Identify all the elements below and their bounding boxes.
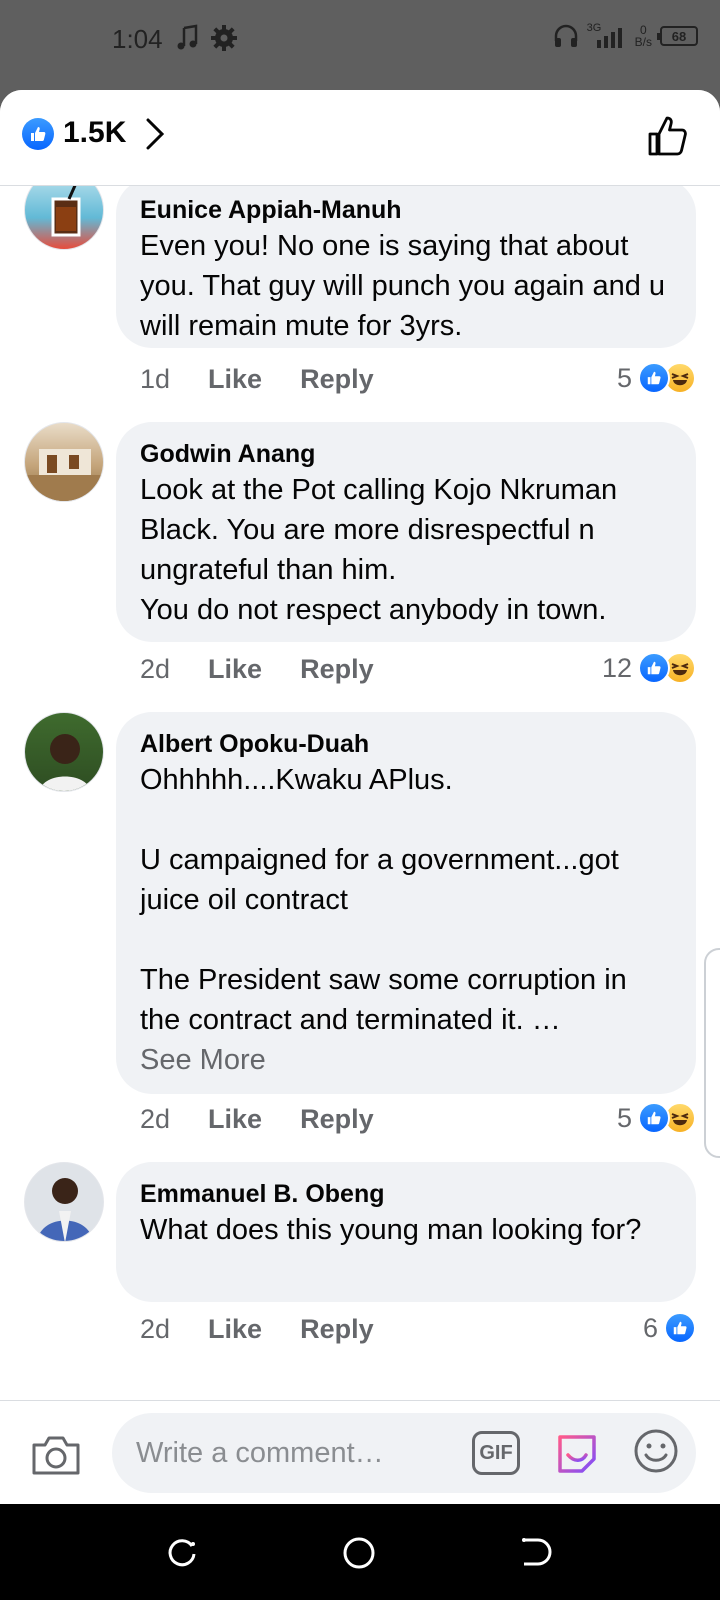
avatar[interactable]: [24, 712, 104, 792]
comment-actions: 1d Like Reply: [140, 364, 374, 395]
status-bar: 1:04 3G 0 B/s 68: [0, 0, 720, 80]
like-icon: [638, 362, 670, 394]
sticker-icon[interactable]: [552, 1427, 602, 1477]
comment-reactions[interactable]: 5: [617, 362, 696, 394]
comment-composer: GIF: [0, 1400, 720, 1504]
comment-time[interactable]: 2d: [140, 1314, 170, 1345]
reaction-count: 5: [616, 362, 632, 393]
see-more-link[interactable]: See More: [140, 1040, 672, 1080]
comment-input[interactable]: [112, 1413, 696, 1493]
back-icon[interactable]: [520, 1536, 552, 1568]
emoji-icon[interactable]: [632, 1427, 680, 1475]
comment-actions: 2d Like Reply: [140, 1314, 374, 1345]
chevron-right-icon[interactable]: [142, 116, 166, 152]
signal-icon: [596, 28, 622, 48]
camera-icon[interactable]: [30, 1433, 82, 1477]
comment-reply-button[interactable]: Reply: [300, 1314, 374, 1345]
comment-like-button[interactable]: Like: [208, 1314, 262, 1345]
like-reaction-icon: [22, 118, 54, 150]
gif-button[interactable]: GIF: [472, 1431, 520, 1475]
comment-time[interactable]: 1d: [140, 364, 170, 395]
avatar[interactable]: [24, 1162, 104, 1242]
comment-like-button[interactable]: Like: [208, 654, 262, 685]
like-icon: [664, 1312, 696, 1344]
home-icon[interactable]: [342, 1536, 376, 1570]
comment-time[interactable]: 2d: [140, 654, 170, 685]
comment-bubble[interactable]: Albert Opoku-Duah Ohhhhh....Kwaku APlus.…: [116, 712, 696, 1094]
comment-text: Ohhhhh....Kwaku APlus. U campaigned for …: [140, 764, 627, 1036]
headphones-icon: [554, 24, 577, 47]
comment-reactions[interactable]: 6: [643, 1312, 696, 1344]
sheet-header: 1.5K: [0, 90, 720, 186]
comment-reactions[interactable]: 5: [617, 1102, 696, 1134]
comments-sheet: 1.5K Eunice Appiah-Manuh Even you! No on…: [0, 90, 720, 1504]
comment-author[interactable]: Eunice Appiah-Manuh: [140, 194, 672, 226]
comment-reply-button[interactable]: Reply: [300, 364, 374, 395]
comment-text: Look at the Pot calling Kojo Nkruman Bla…: [140, 474, 618, 626]
music-note-icon: [177, 24, 198, 50]
reaction-count: 12: [601, 652, 632, 683]
comment-actions: 2d Like Reply: [140, 654, 374, 685]
comment-reply-button[interactable]: Reply: [300, 1104, 374, 1135]
comment-like-button[interactable]: Like: [208, 1104, 262, 1135]
comment-text: Even you! No one is saying that about yo…: [140, 230, 666, 342]
comment-like-button[interactable]: Like: [208, 364, 262, 395]
comment-bubble[interactable]: Godwin Anang Look at the Pot calling Koj…: [116, 422, 696, 642]
comment-bubble[interactable]: Eunice Appiah-Manuh Even you! No one is …: [116, 178, 696, 348]
battery-indicator: 68: [657, 26, 698, 46]
system-navigation-bar: [0, 1504, 720, 1600]
recent-apps-icon[interactable]: [166, 1536, 198, 1568]
status-time: 1:04: [112, 24, 163, 54]
comment-author[interactable]: Godwin Anang: [140, 438, 672, 470]
like-icon: [638, 1102, 670, 1134]
scroll-edge-handle[interactable]: [704, 948, 720, 1158]
comment-actions: 2d Like Reply: [140, 1104, 374, 1135]
avatar[interactable]: [24, 422, 104, 502]
data-speed: 0 B/s: [634, 23, 652, 49]
comment-author[interactable]: Emmanuel B. Obeng: [140, 1178, 672, 1210]
reaction-count: 6: [642, 1312, 658, 1343]
like-button-icon[interactable]: [646, 114, 690, 158]
comment-bubble[interactable]: Emmanuel B. Obeng What does this young m…: [116, 1162, 696, 1302]
comment-time[interactable]: 2d: [140, 1104, 170, 1135]
comment-text: What does this young man looking for?: [140, 1214, 642, 1246]
like-icon: [638, 652, 670, 684]
reaction-count: 5: [616, 1102, 632, 1133]
reaction-total[interactable]: 1.5K: [63, 116, 126, 150]
comment-author[interactable]: Albert Opoku-Duah: [140, 728, 672, 760]
settings-gear-icon: [211, 25, 237, 51]
comment-reactions[interactable]: 12: [602, 652, 696, 684]
comment-reply-button[interactable]: Reply: [300, 654, 374, 685]
